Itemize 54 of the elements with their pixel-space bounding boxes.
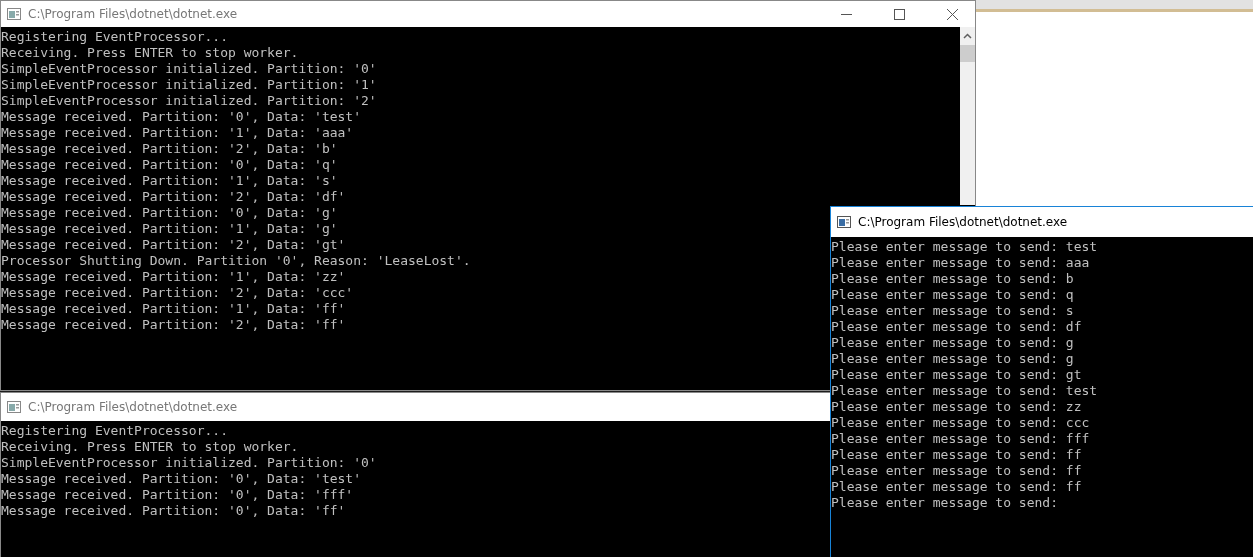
console-line: SimpleEventProcessor initialized. Partition: '1' [1,77,377,93]
console-line: Receiving. Press ENTER to stop worker. [1,439,299,455]
console-line: Please enter message to send: gt [831,367,1082,383]
console-line: Please enter message to send: df [831,319,1082,335]
console-line: Message received. Partition: '0', Data: 'test' [1,471,362,487]
console-line: Processor Shutting Down. Partition '0', Reason: 'LeaseLost'. [1,253,471,269]
console-line: Message received. Partition: '0', Data: 'g' [1,205,338,221]
console-line: Please enter message to send: test [831,383,1098,399]
maximize-icon [893,8,905,20]
console-line: Please enter message to send: ff [831,479,1082,495]
console-line: SimpleEventProcessor initialized. Partition: '2' [1,93,377,109]
scroll-up-icon [963,33,972,39]
console-line: Please enter message to send: test [831,239,1098,255]
console-line: Please enter message to send: aaa [831,255,1090,271]
window-title: C:\Program Files\dotnet\dotnet.exe [28,400,238,414]
console-line: Receiving. Press ENTER to stop worker. [1,45,299,61]
console-app-icon [837,216,851,228]
console-line: Message received. Partition: '0', Data: 'q' [1,157,338,173]
console-line: Message received. Partition: '0', Data: 'fff' [1,487,354,503]
console-line: Message received. Partition: '2', Data: 'gt' [1,237,346,253]
console-line: Registering EventProcessor... [1,29,228,45]
console-line: Please enter message to send: fff [831,431,1090,447]
console-line: Please enter message to send: ccc [831,415,1090,431]
minimize-icon [840,13,852,15]
console-line: SimpleEventProcessor initialized. Partition: '0' [1,455,377,471]
console-line: Please enter message to send: zz [831,399,1082,415]
console-app-icon [7,401,21,413]
console-app-icon [7,8,21,20]
console-line: Message received. Partition: '2', Data: 'df' [1,189,346,205]
scrollbar[interactable] [960,27,975,205]
console-line: Message received. Partition: '2', Data: 'ff' [1,317,346,333]
console-line: Message received. Partition: '1', Data: 'ff' [1,301,346,317]
console-line: Message received. Partition: '1', Data: 's' [1,173,338,189]
console-line: Please enter message to send: [831,495,1058,511]
console-line: Please enter message to send: g [831,351,1074,367]
console-line: Please enter message to send: s [831,303,1074,319]
close-icon [946,8,958,20]
console-line: Please enter message to send: g [831,335,1074,351]
window-title: C:\Program Files\dotnet\dotnet.exe [28,7,238,21]
console-line: SimpleEventProcessor initialized. Partition: '0' [1,61,377,77]
console-line: Message received. Partition: '1', Data: 'aaa' [1,125,354,141]
scroll-thumb[interactable] [960,45,975,62]
console-line: Message received. Partition: '2', Data: 'ccc' [1,285,354,301]
console-line: Please enter message to send: ff [831,447,1082,463]
console-line: Registering EventProcessor... [1,423,228,439]
console-line: Please enter message to send: b [831,271,1074,287]
console-line: Message received. Partition: '0', Data: 'test' [1,109,362,125]
console-line: Please enter message to send: q [831,287,1074,303]
console-line: Message received. Partition: '1', Data: 'zz' [1,269,346,285]
console-line: Message received. Partition: '2', Data: 'b' [1,141,338,157]
window-title: C:\Program Files\dotnet\dotnet.exe [858,215,1068,229]
console-line: Message received. Partition: '0', Data: 'ff' [1,503,346,519]
console-line: Message received. Partition: '1', Data: 'g' [1,221,338,237]
console-line: Please enter message to send: ff [831,463,1082,479]
